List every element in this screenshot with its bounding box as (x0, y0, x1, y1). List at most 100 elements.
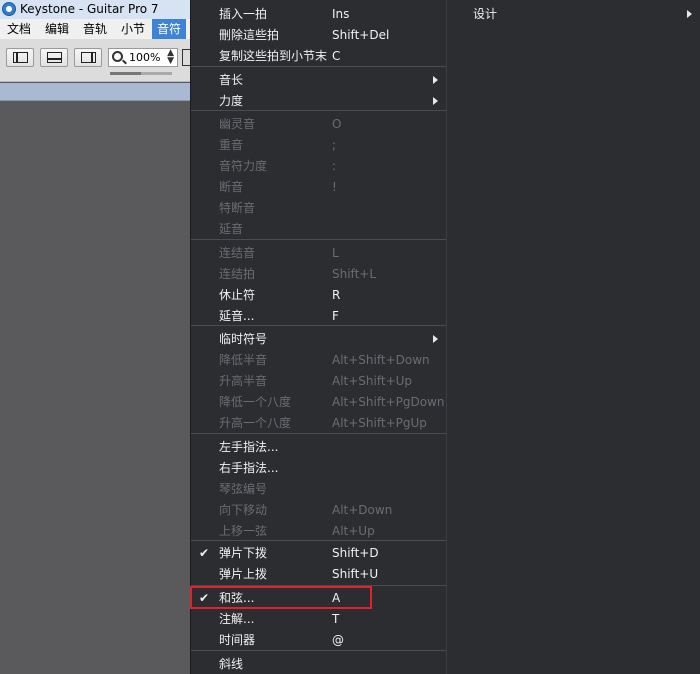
menu-item-delete-beats[interactable]: 刪除這些拍 Shift+Del (191, 25, 446, 46)
menu-item-label: 幽灵音 (219, 117, 256, 131)
score-canvas[interactable] (0, 102, 190, 674)
menu-item-label: 设计 (473, 7, 498, 21)
menu-item-label: 斜线 (219, 657, 244, 671)
menu-item-shortcut: ; (332, 138, 337, 152)
menu-item-label: 连结音 (219, 246, 256, 260)
menu-item-shortcut: : (332, 159, 337, 173)
menu-item-dynamics[interactable]: 力度 (191, 91, 446, 112)
highlight-box-chord (190, 586, 372, 609)
menu-item-timer[interactable]: 时间器 @ (191, 630, 446, 651)
menu-bar-measure[interactable]: 小节 (116, 19, 150, 39)
menu-item-move-up-string: 上移一弦 Alt+Up (191, 521, 446, 542)
menu-item-label: 连结拍 (219, 267, 256, 281)
menu-item-shortcut: Shift+D (332, 546, 379, 560)
submenu-item-design[interactable]: 设计 (447, 4, 700, 25)
menu-item-raise-semitone: 升高半音 Alt+Shift+Up (191, 371, 446, 392)
menu-item-shortcut: Alt+Shift+Down (332, 353, 430, 367)
title-bar: Keystone - Guitar Pro 7 (0, 0, 190, 19)
menu-item-staccato: 断音! (191, 177, 446, 198)
bottom-panel-icon (47, 52, 62, 63)
menu-item-label: 延音... (219, 309, 255, 323)
window-title: Keystone - Guitar Pro 7 (20, 2, 159, 16)
menu-item-shortcut: R (332, 288, 341, 302)
menu-item-text-annotation[interactable]: 注解... T (191, 609, 446, 630)
menu-item-shortcut: L (332, 246, 339, 260)
menu-item-shortcut: Alt+Shift+PgUp (332, 416, 427, 430)
menu-item-ghost-note: 幽灵音 O (191, 114, 446, 135)
menu-item-pick-stroke-up[interactable]: 弹片上拨 Shift+U (191, 564, 446, 585)
menu-item-label: 琴弦编号 (219, 482, 268, 496)
menu-item-shortcut: Alt+Shift+PgDown (332, 395, 445, 409)
menu-bar: 文档 编辑 音轨 小节 音符 (0, 19, 190, 39)
menu-item-accent: 重音; (191, 135, 446, 156)
right-panel-toggle-button[interactable] (74, 48, 102, 67)
menu-item-shortcut: F (332, 309, 339, 323)
menu-item-left-hand-fingering[interactable]: 左手指法... (191, 437, 446, 458)
menu-item-let-ring[interactable]: 延音... F (191, 306, 446, 327)
zoom-control[interactable]: 100% ▲ ▼ (108, 48, 178, 67)
menu-item-label: 左手指法... (219, 440, 279, 454)
menu-file[interactable]: 文档 (2, 19, 36, 39)
menu-item-label: 重音 (219, 138, 244, 152)
left-panel-icon (13, 52, 28, 63)
bottom-panel-toggle-button[interactable] (40, 48, 68, 67)
menu-item-shortcut: Shift+Del (332, 28, 390, 42)
menu-item-label: 右手指法... (219, 461, 279, 475)
menu-item-label: 降低半音 (219, 353, 268, 367)
menu-item-pick-stroke-down[interactable]: ✔ 弹片下拨 Shift+D (191, 543, 446, 564)
menu-item-label: 音符力度 (219, 159, 268, 173)
menu-item-label: 音长 (219, 73, 244, 87)
left-panel-toggle-button[interactable] (6, 48, 34, 67)
menu-item-duration[interactable]: 音长 (191, 70, 446, 91)
menu-item-string-number: 琴弦编号 (191, 479, 446, 500)
menu-item-accidentals[interactable]: 临时符号 (191, 329, 446, 350)
menu-item-label: 时间器 (219, 633, 256, 647)
submenu-arrow-icon (687, 10, 692, 18)
right-panel-icon (81, 52, 96, 63)
menu-item-lower-octave: 降低一个八度 Alt+Shift+PgDown (191, 392, 446, 413)
menu-item-tie-beat: 连结拍 Shift+L (191, 264, 446, 285)
menu-item-note-velocity: 音符力度: (191, 156, 446, 177)
menu-item-shortcut: Ins (332, 7, 350, 21)
menu-item-label: 弹片下拨 (219, 546, 268, 560)
guitar-pro-window: Keystone - Guitar Pro 7 文档 编辑 音轨 小节 音符 1… (0, 0, 190, 674)
menu-item-label: 复制这些拍到小节末 (219, 49, 328, 63)
menu-item-right-hand-fingering[interactable]: 右手指法... (191, 458, 446, 479)
menu-item-shortcut: O (332, 117, 342, 131)
menu-item-label: 上移一弦 (219, 524, 268, 538)
submenu-arrow-icon (433, 335, 438, 343)
menu-item-label: 升高半音 (219, 374, 268, 388)
menu-item-label: 向下移动 (219, 503, 268, 517)
menu-item-shortcut: ! (332, 180, 337, 194)
zoom-value: 100% (129, 51, 161, 64)
submenu-arrow-icon (433, 97, 438, 105)
menu-item-label: 升高一个八度 (219, 416, 292, 430)
menu-edit[interactable]: 编辑 (40, 19, 74, 39)
menu-item-shortcut: Shift+U (332, 567, 379, 581)
menu-track[interactable]: 音轨 (78, 19, 112, 39)
page-layout-icon[interactable] (182, 49, 190, 66)
zoom-slider[interactable] (110, 72, 172, 75)
menu-item-label: 延音 (219, 222, 244, 236)
menu-item-copy-beats-to-bar-end[interactable]: 复制这些拍到小节末 C (191, 46, 446, 67)
menu-item-tie-note: 连结音 L (191, 243, 446, 264)
menu-item-shortcut: Shift+L (332, 267, 377, 281)
menu-item-shortcut: C (332, 49, 341, 63)
menu-item-label: 弹片上拨 (219, 567, 268, 581)
menu-item-shortcut: @ (332, 633, 344, 647)
track-header-strip (0, 83, 190, 101)
menu-item-sustain: 延音 (191, 219, 446, 240)
menu-item-slash[interactable]: 斜线 (191, 654, 446, 674)
checkmark-icon: ✔ (199, 546, 210, 560)
menu-item-raise-octave: 升高一个八度 Alt+Shift+PgUp (191, 413, 446, 434)
menu-item-rest[interactable]: 休止符 R (191, 285, 446, 306)
zoom-spinner-icon[interactable]: ▲ ▼ (167, 49, 174, 66)
menu-item-heavy-staccato: 特断音 (191, 198, 446, 219)
magnifier-icon (112, 51, 123, 62)
menu-item-shortcut: Alt+Down (332, 503, 393, 517)
menu-item-insert-beat[interactable]: 插入一拍 Ins (191, 4, 446, 25)
menu-item-label: 休止符 (219, 288, 256, 302)
menu-item-move-down: 向下移动 Alt+Down (191, 500, 446, 521)
menu-note[interactable]: 音符 (152, 19, 187, 39)
menu-item-label: 力度 (219, 94, 244, 108)
